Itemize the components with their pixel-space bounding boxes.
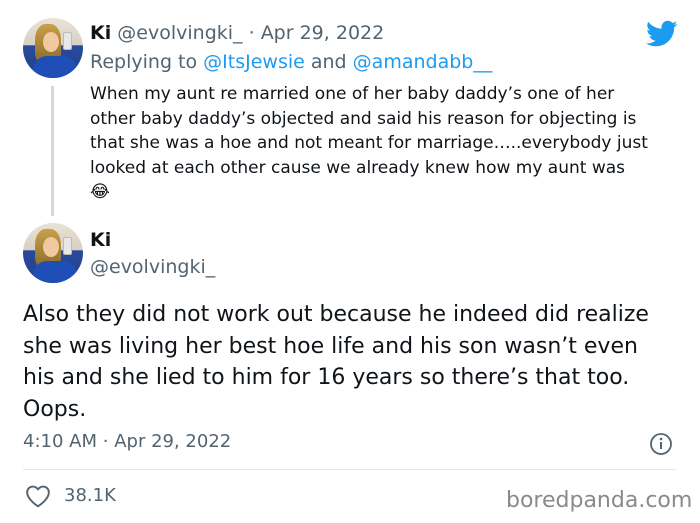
display-name[interactable]: Ki (90, 22, 111, 44)
mention-link-1[interactable]: @ItsJewsie (203, 51, 305, 73)
reply-tweet-text: When my aunt re married one of her baby … (90, 84, 648, 202)
separator: · (248, 22, 255, 44)
twitter-bird-icon (646, 20, 678, 48)
tweet-date[interactable]: Apr 29, 2022 (261, 22, 385, 44)
thread-line (51, 86, 54, 216)
like-count[interactable]: 38.1K (64, 485, 116, 506)
reply-header: Ki @evolvingki_ · Apr 29, 2022 (90, 22, 384, 44)
main-handle[interactable]: @evolvingki_ (90, 256, 215, 278)
mention-link-2[interactable]: @amandabb__ (353, 51, 493, 73)
avatar-main[interactable] (23, 223, 83, 283)
separator: · (102, 431, 109, 452)
tweet-time[interactable]: 4:10 AM (23, 431, 97, 452)
replying-prefix: Replying to (90, 51, 198, 73)
info-icon[interactable] (649, 432, 673, 456)
divider (23, 469, 676, 470)
main-tweet-text: Also they did not work out because he in… (23, 302, 649, 422)
main-display-name[interactable]: Ki (90, 229, 111, 251)
replying-and: and (310, 51, 347, 73)
handle[interactable]: @evolvingki_ (117, 22, 242, 44)
heart-icon[interactable] (25, 484, 51, 508)
tweet-date[interactable]: Apr 29, 2022 (114, 431, 231, 452)
replying-to: Replying to @ItsJewsie and @amandabb__ (90, 51, 492, 73)
tweet-timestamp[interactable]: 4:10 AM · Apr 29, 2022 (23, 431, 231, 452)
watermark: boredpanda.com (506, 488, 693, 513)
avatar-reply[interactable] (23, 18, 83, 78)
